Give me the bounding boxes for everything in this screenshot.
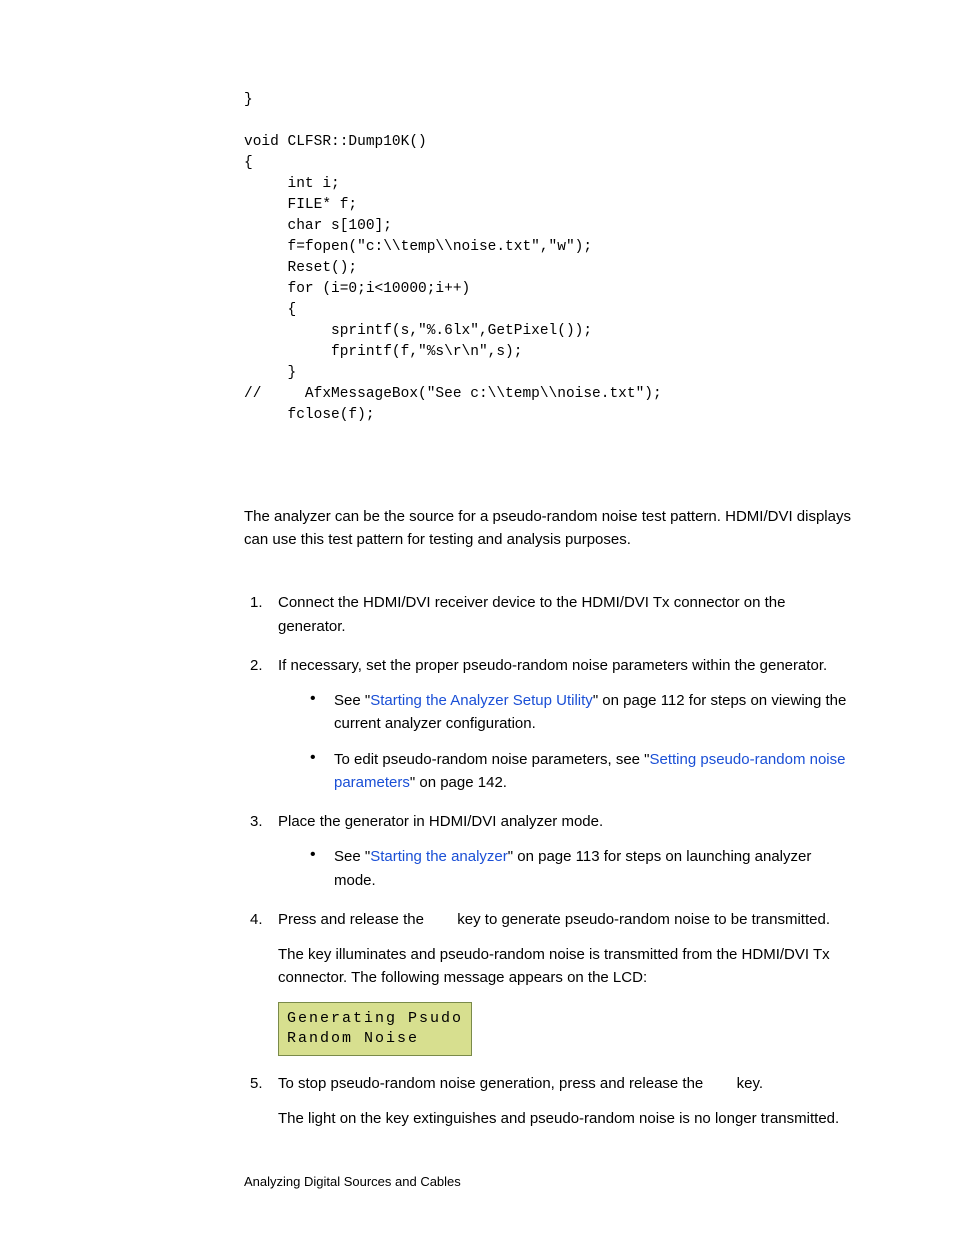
page-footer: Analyzing Digital Sources and Cables (244, 1174, 461, 1189)
step-text: Place the generator in HDMI/DVI analyzer… (278, 813, 603, 830)
text: Press and release the (278, 911, 428, 928)
step-3-sub-a: See "Starting the analyzer" on page 113 … (310, 845, 854, 892)
text: See " (334, 848, 370, 865)
step-3: Place the generator in HDMI/DVI analyzer… (244, 810, 854, 892)
link-starting-analyzer[interactable]: Starting the analyzer (370, 848, 508, 865)
intro-paragraph: The analyzer can be the source for a pse… (244, 506, 854, 551)
lcd-line-1: Generating Psudo (287, 1009, 463, 1029)
code-block: } void CLFSR::Dump10K() { int i; FILE* f… (244, 90, 854, 426)
key-placeholder (428, 911, 453, 928)
step-4-result: The key illuminates and pseudo-random no… (278, 943, 854, 990)
lcd-line-2: Random Noise (287, 1029, 463, 1049)
step-4: Press and release the key to generate ps… (244, 908, 854, 1056)
text: See " (334, 692, 370, 709)
text: " on page 142. (410, 774, 507, 791)
text: key to generate pseudo-random noise to b… (453, 911, 830, 928)
step-5-result: The light on the key extinguishes and ps… (278, 1107, 854, 1130)
step-text: If necessary, set the proper pseudo-rand… (278, 657, 827, 674)
step-2-sub-a: See "Starting the Analyzer Setup Utility… (310, 689, 854, 736)
text: To edit pseudo-random noise parameters, … (334, 751, 650, 768)
steps-list: Connect the HDMI/DVI receiver device to … (244, 591, 854, 1130)
text: To stop pseudo-random noise generation, … (278, 1075, 707, 1092)
link-starting-analyzer-setup[interactable]: Starting the Analyzer Setup Utility (370, 692, 593, 709)
key-placeholder (707, 1075, 732, 1092)
step-2-sub-b: To edit pseudo-random noise parameters, … (310, 748, 854, 795)
text: key. (732, 1075, 763, 1092)
lcd-display: Generating Psudo Random Noise (278, 1002, 472, 1057)
step-text: Connect the HDMI/DVI receiver device to … (278, 594, 785, 634)
step-2: If necessary, set the proper pseudo-rand… (244, 654, 854, 794)
step-1: Connect the HDMI/DVI receiver device to … (244, 591, 854, 638)
step-5: To stop pseudo-random noise generation, … (244, 1072, 854, 1131)
